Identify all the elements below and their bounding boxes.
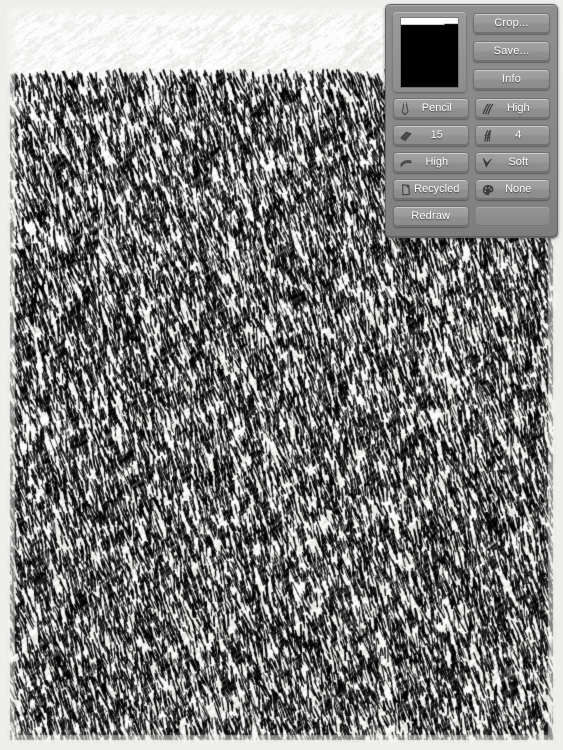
option-size[interactable]: 15 — [393, 125, 469, 146]
option-tool-label: Pencil — [421, 102, 452, 114]
squiggle-icon — [398, 155, 414, 171]
option-stroke-density[interactable]: High — [474, 98, 550, 119]
redraw-button-label: Redraw — [411, 210, 451, 222]
option-layers[interactable]: 4 — [474, 125, 550, 146]
option-size-label: 15 — [430, 129, 443, 141]
info-button-label: Info — [501, 73, 522, 85]
stroke-lines-icon — [480, 101, 496, 117]
paper-sheet-icon — [398, 182, 414, 198]
control-panel: Crop... Save... Info Pencil High 15 4 Hi… — [385, 4, 558, 238]
eraser-block-icon — [398, 128, 414, 144]
option-edge-label: Soft — [508, 156, 529, 168]
pencil-sketch-app: Crop... Save... Info Pencil High 15 4 Hi… — [0, 0, 563, 750]
crosshatch-icon — [480, 128, 496, 144]
option-tool[interactable]: Pencil — [393, 98, 469, 119]
crop-button-label: Crop... — [494, 17, 529, 29]
brush-tip-icon — [480, 155, 496, 171]
thumbnail-image — [400, 16, 459, 88]
save-button[interactable]: Save... — [473, 41, 550, 62]
info-button[interactable]: Info — [473, 69, 550, 90]
crop-button[interactable]: Crop... — [473, 13, 550, 34]
save-button-label: Save... — [493, 45, 530, 57]
top-button-stack: Crop... Save... Info — [473, 12, 550, 92]
option-paper-label: Recycled — [414, 183, 460, 195]
palette-icon — [480, 182, 496, 198]
option-contrast[interactable]: High — [393, 152, 469, 173]
option-color[interactable]: None — [474, 179, 550, 200]
option-contrast-label: High — [425, 156, 449, 168]
redraw-button[interactable]: Redraw — [393, 206, 469, 227]
option-layers-label: 4 — [515, 129, 522, 141]
panel-bottom-row: Redraw — [393, 206, 550, 227]
spare-button — [474, 206, 550, 227]
option-stroke-density-label: High — [506, 102, 530, 114]
option-color-label: None — [505, 183, 532, 195]
option-paper[interactable]: Recycled — [393, 179, 469, 200]
pencil-icon — [398, 101, 414, 117]
option-button-grid: Pencil High 15 4 High Soft Recycled None — [393, 98, 550, 200]
option-edge[interactable]: Soft — [474, 152, 550, 173]
panel-top-row: Crop... Save... Info — [393, 12, 550, 92]
source-photo-thumbnail[interactable] — [393, 12, 466, 92]
